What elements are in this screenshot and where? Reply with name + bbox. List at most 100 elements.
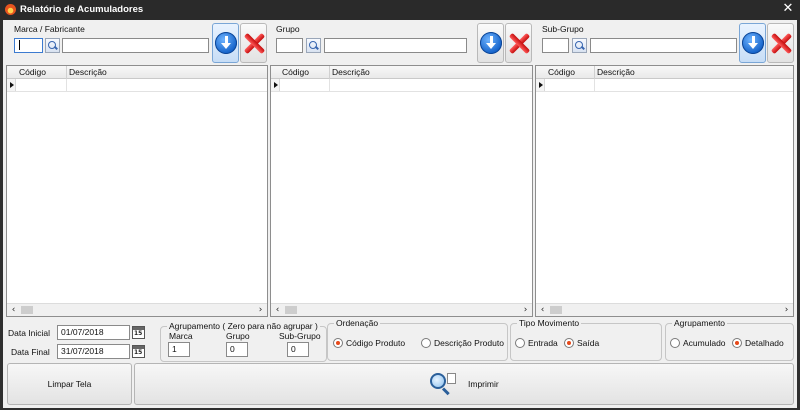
row-indicator-icon [7,79,16,91]
subgrupo-label: Sub-Grupo [542,24,584,34]
subgrupo-clear-button[interactable] [767,23,794,63]
subgrupo-grid[interactable]: Código Descrição ‹ › [535,65,794,317]
arrow-down-icon [480,32,502,54]
grid-header: Código Descrição [271,66,532,79]
cell-divider [594,79,595,91]
horizontal-scrollbar[interactable]: ‹ › [7,303,267,316]
grupo-confirm-button[interactable] [477,23,504,63]
agrup-subgrupo-label: Sub-Grupo [279,331,321,341]
client-area: Marca / Fabricante Grupo Sub-Grupo Códig… [3,20,797,408]
radio-descricao-produto[interactable]: Descrição Produto [421,338,504,348]
imprimir-label: Imprimir [468,379,499,389]
limpar-tela-button[interactable]: Limpar Tela [7,363,132,405]
column-divider [594,66,595,79]
marca-code-input[interactable] [14,38,43,53]
data-inicial-input[interactable]: 01/07/2018 [57,325,130,340]
marca-clear-button[interactable] [240,23,267,63]
column-divider [66,66,67,79]
column-codigo[interactable]: Código [282,67,309,77]
radio-label: Descrição Produto [434,338,504,348]
radio-codigo-produto[interactable]: Código Produto [333,338,405,348]
column-divider [329,66,330,79]
agrup-subgrupo-input[interactable]: 0 [287,342,309,357]
subgrupo-confirm-button[interactable] [739,23,766,63]
subgrupo-description-input[interactable] [590,38,737,53]
horizontal-scrollbar[interactable]: ‹ › [536,303,793,316]
scroll-left-icon[interactable]: ‹ [536,304,549,316]
red-x-icon [243,32,266,55]
scroll-right-icon[interactable]: › [780,304,793,316]
column-codigo[interactable]: Código [19,67,46,77]
subgrupo-code-input[interactable] [542,38,569,53]
title-bar: Relatório de Acumuladores ✕ [0,0,800,20]
limpar-tela-label: Limpar Tela [47,379,92,389]
scroll-right-icon[interactable]: › [519,304,532,316]
marca-grid[interactable]: Código Descrição ‹ › [6,65,268,317]
grid-header: Código Descrição [536,66,793,79]
calendar-icon[interactable] [132,326,145,339]
agrup-grupo-input[interactable]: 0 [226,342,248,357]
column-codigo[interactable]: Código [548,67,575,77]
radio-dot [670,338,680,348]
data-final-input[interactable]: 31/07/2018 [57,344,130,359]
column-descricao[interactable]: Descrição [597,67,635,77]
radio-dot [564,338,574,348]
data-final-label: Data Final [11,347,50,357]
row-indicator-icon [271,79,280,91]
window-title: Relatório de Acumuladores [20,4,144,15]
red-x-icon [770,32,793,55]
radio-label: Código Produto [346,338,406,348]
radio-dot [732,338,742,348]
radio-acumulado[interactable]: Acumulado [670,338,726,348]
marca-lookup-icon[interactable] [45,38,60,53]
radio-label: Saída [577,338,600,348]
scroll-thumb[interactable] [285,306,297,314]
cell-divider [66,79,67,91]
radio-detalhado[interactable]: Detalhado [732,338,784,348]
marca-description-input[interactable] [62,38,209,53]
radio-label: Detalhado [745,338,784,348]
arrow-down-icon [742,32,764,54]
grupo-grid[interactable]: Código Descrição ‹ › [270,65,533,317]
scroll-left-icon[interactable]: ‹ [7,304,20,316]
subgrupo-lookup-icon[interactable] [572,38,587,53]
agrup-marca-input[interactable]: 1 [168,342,190,357]
table-row[interactable] [271,79,532,92]
red-x-icon [508,32,531,55]
radio-dot [333,338,343,348]
imprimir-button[interactable]: Imprimir [134,363,794,405]
agrupamento-zero-title: Agrupamento ( Zero para não agrupar ) [167,321,320,331]
radio-label: Acumulado [683,338,726,348]
table-row[interactable] [7,79,267,92]
grupo-code-input[interactable] [276,38,303,53]
radio-entrada[interactable]: Entrada [515,338,558,348]
close-icon[interactable]: ✕ [780,1,796,17]
table-row[interactable] [536,79,793,92]
scroll-thumb[interactable] [21,306,33,314]
arrow-down-icon [215,32,237,54]
scroll-right-icon[interactable]: › [254,304,267,316]
report-window: Relatório de Acumuladores ✕ Marca / Fabr… [0,0,800,410]
radio-saida[interactable]: Saída [564,338,599,348]
column-descricao[interactable]: Descrição [69,67,107,77]
radio-label: Entrada [528,338,558,348]
agrup-marca-label: Marca [169,331,193,341]
grid-header: Código Descrição [7,66,267,79]
grupo-description-input[interactable] [324,38,467,53]
row-indicator-icon [536,79,545,91]
column-descricao[interactable]: Descrição [332,67,370,77]
agrupamento-title: Agrupamento [672,318,728,328]
radio-dot [421,338,431,348]
text-caret [19,40,20,50]
marca-label: Marca / Fabricante [14,24,85,34]
grupo-clear-button[interactable] [505,23,532,63]
marca-confirm-button[interactable] [212,23,239,63]
calendar-icon[interactable] [132,345,145,358]
tipo-movimento-title: Tipo Movimento [517,318,582,328]
scroll-left-icon[interactable]: ‹ [271,304,284,316]
scroll-thumb[interactable] [550,306,562,314]
ordenacao-title: Ordenação [334,318,381,328]
horizontal-scrollbar[interactable]: ‹ › [271,303,532,316]
grupo-label: Grupo [276,24,300,34]
grupo-lookup-icon[interactable] [306,38,321,53]
